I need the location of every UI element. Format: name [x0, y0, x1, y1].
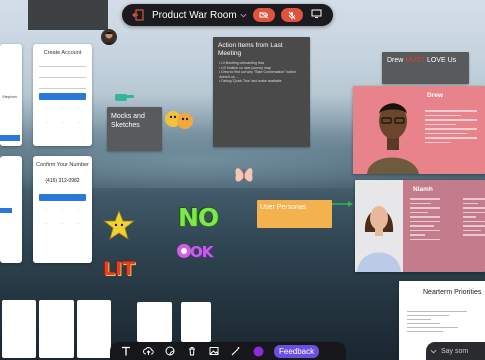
- feedback-button[interactable]: Feedback: [274, 344, 320, 358]
- persona-name: Drew: [427, 92, 443, 99]
- text-icon[interactable]: [120, 345, 132, 357]
- room-toolbar: Product War Room: [122, 4, 333, 26]
- room-name: Product War Room: [152, 9, 237, 21]
- thumbnail[interactable]: [137, 302, 172, 342]
- persona-name: Niamh: [413, 186, 433, 193]
- persona-card-niamh[interactable]: Niamh: [355, 180, 485, 272]
- lit-sticker[interactable]: LIT: [103, 258, 135, 280]
- say-something-input[interactable]: Say som: [426, 342, 485, 360]
- note-title: User Personas: [260, 204, 307, 211]
- ok-sticker[interactable]: OK: [190, 243, 213, 261]
- arrow-right-icon: [332, 201, 353, 207]
- chevron-down-icon: [240, 13, 247, 17]
- mocks-sketches-note[interactable]: Mocks and Sketches: [107, 107, 162, 151]
- persona-details: [425, 110, 477, 146]
- phone-confirm-number[interactable]: Confirm Your Number (415) 312-0982 · · · · ·…: [33, 156, 92, 263]
- first-name-field[interactable]: [39, 59, 86, 67]
- user-personas-note[interactable]: User Personas: [257, 200, 332, 228]
- note-title-emphasis: MUST: [405, 57, 425, 64]
- persona-card-drew[interactable]: Drew: [353, 86, 485, 174]
- sticker-icon[interactable]: [164, 345, 176, 357]
- note-title: Mocks and Sketches: [111, 113, 145, 129]
- thumbnail[interactable]: [2, 300, 37, 358]
- whiteboard-canvas[interactable]: Product War Room Stephen Create Account …: [0, 0, 485, 360]
- note-title: Drew MUST LOVE Us: [382, 52, 469, 64]
- persona-photo: [355, 180, 403, 272]
- avatar[interactable]: [101, 29, 117, 45]
- chevron-down-icon: [430, 349, 437, 353]
- persona-details-right: [463, 198, 485, 239]
- phone-title: Confirm Your Number: [36, 162, 89, 168]
- say-something-placeholder: Say som: [441, 347, 469, 355]
- screen-share-icon: [311, 9, 322, 18]
- delete-icon[interactable]: [186, 345, 198, 357]
- thumbnail[interactable]: [181, 302, 211, 342]
- keypad: · · · · · ·: [46, 207, 79, 226]
- note-line: • Debug 'Quick Tour' and make available: [219, 79, 282, 83]
- note-body: [407, 311, 467, 335]
- note-title: Nearterm Priorities: [423, 289, 482, 296]
- send-code-button[interactable]: [39, 194, 86, 201]
- camera-off-icon: [259, 11, 268, 19]
- cheering-figures-sticker[interactable]: [163, 107, 195, 135]
- screen-share-button[interactable]: [311, 9, 322, 21]
- magic-icon[interactable]: [230, 345, 242, 357]
- phone-create-account[interactable]: Create Account · · · · · ·: [33, 44, 92, 146]
- exit-icon[interactable]: [128, 9, 148, 21]
- last-name-field[interactable]: [39, 70, 86, 78]
- note-title-prefix: Drew: [387, 57, 406, 64]
- thumbnail-strip: [0, 298, 113, 360]
- mic-off-icon: [288, 11, 296, 19]
- next-button[interactable]: [39, 93, 86, 100]
- thumbnail[interactable]: [39, 300, 74, 358]
- image-icon[interactable]: [208, 345, 220, 357]
- phone-title: Create Account: [43, 50, 82, 56]
- note-title-suffix: LOVE Us: [425, 57, 457, 64]
- star-character-sticker[interactable]: [102, 210, 136, 242]
- pointing-hand-sticker[interactable]: [113, 91, 135, 103]
- persona-photo: [367, 103, 419, 174]
- flower-sticker[interactable]: [177, 244, 191, 258]
- dark-note-top[interactable]: [28, 0, 108, 30]
- butterfly-sticker[interactable]: [234, 163, 254, 187]
- phone-mock-partial-1[interactable]: Stephen: [0, 44, 22, 146]
- phone-code: (415) 312-0982: [45, 178, 80, 184]
- action-items-note[interactable]: Action Items from Last Meeting • UI fini…: [213, 37, 310, 147]
- bottom-toolbar: Feedback: [110, 342, 346, 360]
- email-field[interactable]: [39, 81, 86, 89]
- note-title: Action Items from Last Meeting: [218, 42, 283, 57]
- drew-must-love-us-note[interactable]: Drew MUST LOVE Us: [382, 52, 469, 84]
- phone-mock-partial-2[interactable]: [0, 156, 22, 263]
- note-line: • Drew to find out why "Start Conversati…: [219, 70, 297, 79]
- color-swatch-icon[interactable]: [252, 345, 264, 357]
- note-body: • UI finishing onboarding flow • UX fina…: [213, 61, 310, 84]
- no-sticker[interactable]: NO: [178, 203, 219, 232]
- room-selector[interactable]: Product War Room: [152, 10, 247, 21]
- persona-details-left: [410, 198, 440, 243]
- camera-off-button[interactable]: [252, 8, 275, 22]
- mic-off-button[interactable]: [280, 8, 303, 22]
- thumbnail[interactable]: [76, 300, 111, 358]
- keypad: · · · · · ·: [46, 106, 79, 125]
- upload-icon[interactable]: [142, 345, 154, 357]
